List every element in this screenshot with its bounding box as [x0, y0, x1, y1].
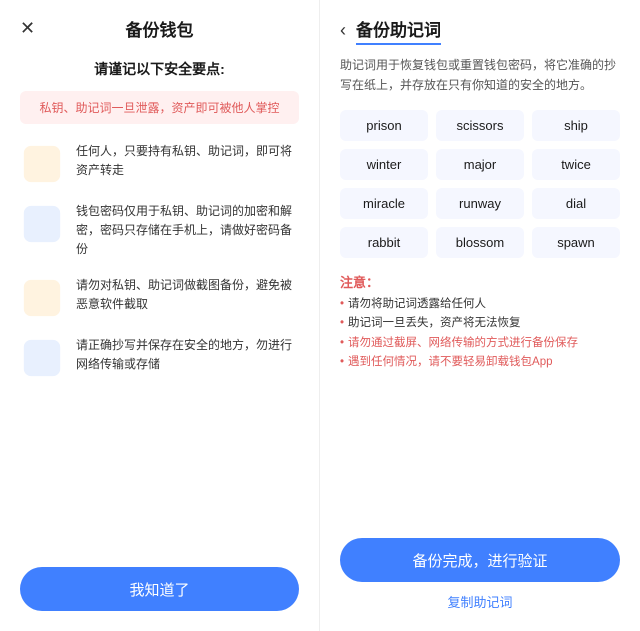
close-icon[interactable]: ✕	[20, 18, 35, 39]
notice-item: • 请勿通过截屏、网络传输的方式进行备份保存	[340, 334, 620, 354]
verify-button[interactable]: 备份完成，进行验证	[340, 538, 620, 582]
notice-text: 助记词一旦丢失，资产将无法恢复	[348, 314, 521, 334]
mnemonic-word: dial	[532, 188, 620, 219]
no-screenshot-icon: 🚫	[20, 276, 64, 320]
notice-item: • 请勿将助记词透露给任何人	[340, 295, 620, 315]
mnemonic-word: runway	[436, 188, 524, 219]
mnemonic-word: twice	[532, 149, 620, 180]
notice-text: 请勿通过截屏、网络传输的方式进行备份保存	[348, 334, 578, 354]
right-panel: ‹ 备份助记词 助记词用于恢复钱包或重置钱包密码，将它准确的抄写在纸上，并存放在…	[320, 0, 640, 631]
warning-banner: 私钥、助记词一旦泄露，资产即可被他人掌控	[20, 91, 299, 124]
key-icon: 🔑	[20, 142, 64, 186]
mnemonic-word: prison	[340, 110, 428, 141]
tip-text-2: 钱包密码仅用于私钥、助记词的加密和解密，密码只存储在手机上，请做好密码备份	[76, 202, 299, 260]
mnemonic-word: winter	[340, 149, 428, 180]
left-subtitle: 请谨记以下安全要点:	[94, 59, 225, 79]
tip-text-1: 任何人，只要持有私钥、助记词，即可将资产转走	[76, 142, 299, 180]
right-actions: 备份完成，进行验证 复制助记词	[340, 538, 620, 611]
mnemonic-word: rabbit	[340, 227, 428, 258]
mnemonic-word: blossom	[436, 227, 524, 258]
tip-text-4: 请正确抄写并保存在安全的地方，勿进行网络传输或存储	[76, 336, 299, 374]
left-header: ✕ 备份钱包	[20, 16, 299, 41]
phone-icon: 📱	[20, 202, 64, 246]
acknowledge-button[interactable]: 我知道了	[20, 567, 299, 611]
mnemonic-word: ship	[532, 110, 620, 141]
left-panel: ✕ 备份钱包 请谨记以下安全要点: 私钥、助记词一旦泄露，资产即可被他人掌控 🔑…	[0, 0, 320, 631]
mnemonic-word: spawn	[532, 227, 620, 258]
notice-item: • 遇到任何情况，请不要轻易卸载钱包App	[340, 353, 620, 373]
right-title: 备份助记词	[356, 16, 441, 45]
mnemonic-grid: prison scissors ship winter major twice miracl…	[340, 110, 620, 258]
back-icon[interactable]: ‹	[340, 20, 346, 41]
notice-bullet: •	[340, 334, 344, 354]
right-description: 助记词用于恢复钱包或重置钱包密码，将它准确的抄写在纸上，并存放在只有你知道的安全…	[340, 55, 620, 96]
mnemonic-word: major	[436, 149, 524, 180]
mnemonic-word: scissors	[436, 110, 524, 141]
warning-text: 私钥、助记词一旦泄露，资产即可被他人掌控	[32, 99, 287, 116]
copy-mnemonic-button[interactable]: 复制助记词	[447, 592, 512, 611]
notice-title: 注意：	[340, 272, 620, 291]
right-header: ‹ 备份助记词	[340, 16, 620, 45]
tips-list: 🔑 任何人，只要持有私钥、助记词，即可将资产转走 📱 钱包密码仅用于私钥、助记词…	[20, 142, 299, 555]
mnemonic-word: miracle	[340, 188, 428, 219]
notice-bullet: •	[340, 314, 344, 334]
notice-text: 请勿将助记词透露给任何人	[348, 295, 486, 315]
safe-storage-icon: 🔒	[20, 336, 64, 380]
notice-section: 注意： • 请勿将助记词透露给任何人• 助记词一旦丢失，资产将无法恢复• 请勿通…	[340, 272, 620, 373]
tip-text-3: 请勿对私钥、助记词做截图备份，避免被恶意软件截取	[76, 276, 299, 314]
tip-item-1: 🔑 任何人，只要持有私钥、助记词，即可将资产转走	[20, 142, 299, 186]
tip-item-4: 🔒 请正确抄写并保存在安全的地方，勿进行网络传输或存储	[20, 336, 299, 380]
tip-item-2: 📱 钱包密码仅用于私钥、助记词的加密和解密，密码只存储在手机上，请做好密码备份	[20, 202, 299, 260]
tip-item-3: 🚫 请勿对私钥、助记词做截图备份，避免被恶意软件截取	[20, 276, 299, 320]
notice-text: 遇到任何情况，请不要轻易卸载钱包App	[348, 353, 552, 373]
left-title: 备份钱包	[126, 16, 194, 41]
notice-bullet: •	[340, 353, 344, 373]
notice-bullet: •	[340, 295, 344, 315]
notice-item: • 助记词一旦丢失，资产将无法恢复	[340, 314, 620, 334]
